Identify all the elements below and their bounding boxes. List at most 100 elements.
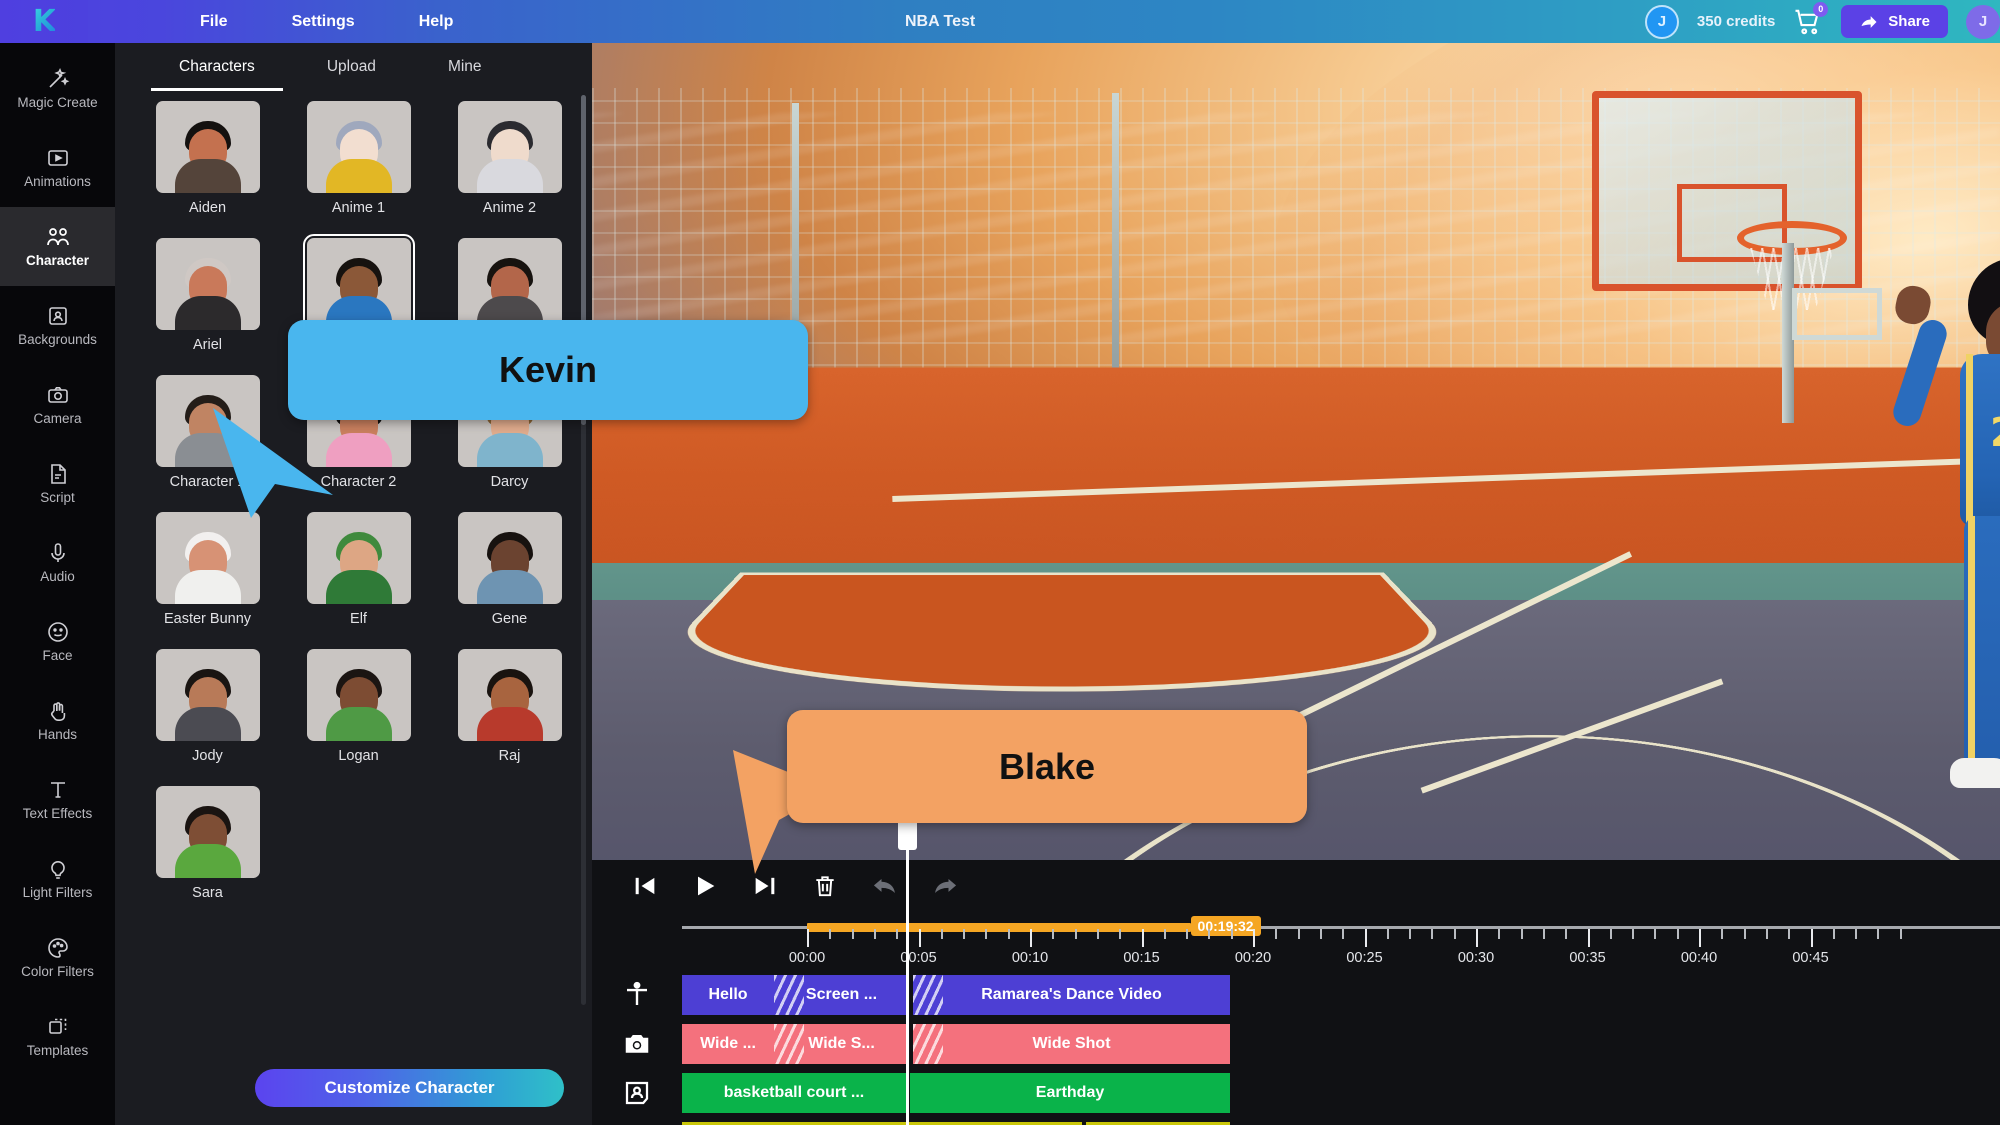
user-avatar[interactable]: J xyxy=(1645,5,1679,39)
character-thumbnail[interactable] xyxy=(307,101,411,193)
sidebar-item-light-filters[interactable]: Light Filters xyxy=(0,839,115,918)
ruler-tick-minor xyxy=(1186,929,1188,939)
sidebar-item-camera[interactable]: Camera xyxy=(0,365,115,444)
sidebar-item-backgrounds[interactable]: Backgrounds xyxy=(0,286,115,365)
sidebar-item-text-effects[interactable]: Text Effects xyxy=(0,760,115,839)
timeline-clip[interactable]: Hello xyxy=(682,975,774,1015)
character-thumbnail[interactable] xyxy=(458,512,562,604)
account-avatar[interactable]: J xyxy=(1966,5,2000,39)
timeline-lane[interactable]: basketball court ... Earthday xyxy=(682,1073,2000,1113)
timeline-clip[interactable] xyxy=(682,1122,1082,1125)
character-thumbnail[interactable] xyxy=(156,786,260,878)
character-card[interactable]: Aiden xyxy=(143,101,272,234)
timeline: 00:19:32 00:00 00:05 00:10 00:15 00:20 00:25 0… xyxy=(592,860,2000,1125)
top-bar: K File Settings Help NBA Test J 350 cred… xyxy=(0,0,2000,43)
character-thumbnail[interactable] xyxy=(307,238,411,330)
menu-item-settings[interactable]: Settings xyxy=(260,7,387,37)
character-card[interactable]: Elf xyxy=(294,512,423,645)
sidebar-item-animations[interactable]: Animations xyxy=(0,128,115,207)
camera-icon xyxy=(46,383,70,407)
character-avatar-on-stage[interactable]: 24 xyxy=(1882,258,2000,838)
character-card[interactable]: Easter Bunny xyxy=(143,512,272,645)
sidebar-item-hands[interactable]: Hands xyxy=(0,681,115,760)
camera-icon[interactable] xyxy=(592,1029,682,1059)
sidebar-item-face[interactable]: Face xyxy=(0,602,115,681)
sidebar-item-character[interactable]: Character xyxy=(0,207,115,286)
ruler-time-label: 00:35 xyxy=(1569,950,1605,966)
ruler-time-label: 00:40 xyxy=(1681,950,1717,966)
character-card[interactable]: Anime 2 xyxy=(445,101,574,234)
ruler-tick-minor xyxy=(1075,929,1077,939)
character-name: Elf xyxy=(350,611,367,645)
tab-mine[interactable]: Mine xyxy=(412,43,518,91)
character-card[interactable]: Logan xyxy=(294,649,423,782)
timeline-clip[interactable]: Ramarea's Dance Video xyxy=(913,975,1230,1015)
timeline-lane[interactable]: Wide ... Wide S... Wide Shot xyxy=(682,1024,2000,1064)
character-shirt xyxy=(477,707,543,741)
timeline-lane[interactable] xyxy=(682,1122,2000,1125)
undo-button[interactable] xyxy=(870,871,900,901)
timeline-clip[interactable]: Wide ... xyxy=(682,1024,774,1064)
timeline-lane[interactable]: Hello Screen ... Ramarea's Dance Video xyxy=(682,975,2000,1015)
character-card[interactable]: Jody xyxy=(143,649,272,782)
character-thumbnail[interactable] xyxy=(458,238,562,330)
character-name: Aiden xyxy=(189,200,226,234)
callout-kevin: Kevin xyxy=(288,320,808,420)
tab-upload[interactable]: Upload xyxy=(291,43,412,91)
character-thumbnail[interactable] xyxy=(458,649,562,741)
character-card[interactable]: Raj xyxy=(445,649,574,782)
skip-to-start-button[interactable] xyxy=(630,871,660,901)
sidebar-item-templates[interactable]: Templates xyxy=(0,997,115,1076)
project-title[interactable]: NBA Test xyxy=(905,0,975,43)
sidebar-item-audio[interactable]: Audio xyxy=(0,523,115,602)
fence-pole xyxy=(1112,93,1119,393)
redo-button[interactable] xyxy=(930,871,960,901)
share-label: Share xyxy=(1888,13,1930,30)
timeline-track-row: basketball court ... Earthday xyxy=(592,1068,2000,1117)
background-image-icon[interactable] xyxy=(592,1078,682,1108)
hoop-support-frame xyxy=(1792,288,1882,340)
timeline-clip[interactable] xyxy=(1086,1122,1230,1125)
ruler-tick-minor xyxy=(1677,929,1679,939)
timeline-clip[interactable]: Earthday xyxy=(910,1073,1230,1113)
character-thumbnail[interactable] xyxy=(307,649,411,741)
character-thumbnail[interactable] xyxy=(458,101,562,193)
cart-button[interactable]: 0 xyxy=(1793,7,1823,37)
menu-item-help[interactable]: Help xyxy=(387,7,486,37)
character-card[interactable]: Anime 1 xyxy=(294,101,423,234)
share-button[interactable]: Share xyxy=(1841,5,1948,38)
sidebar-item-magic-create[interactable]: Magic Create xyxy=(0,49,115,128)
sidebar-label: Face xyxy=(42,649,72,664)
sidebar-item-color-filters[interactable]: Color Filters xyxy=(0,918,115,997)
ruler-tick-minor xyxy=(963,929,965,939)
character-figure-icon[interactable] xyxy=(592,980,682,1010)
timeline-ruler[interactable]: 00:19:32 00:00 00:05 00:10 00:15 00:20 00:25 0… xyxy=(682,912,2000,970)
timeline-clip[interactable]: Wide S... xyxy=(774,1024,909,1064)
ruler-tick-minor xyxy=(1431,929,1433,939)
timeline-clip[interactable]: Screen ... xyxy=(774,975,909,1015)
app-root: K File Settings Help NBA Test J 350 cred… xyxy=(0,0,2000,1125)
character-card[interactable]: Sara xyxy=(143,786,272,919)
sidebar-item-script[interactable]: Script xyxy=(0,444,115,523)
character-thumbnail[interactable] xyxy=(156,649,260,741)
app-logo[interactable]: K xyxy=(0,0,88,43)
panel-scrollbar[interactable] xyxy=(581,95,586,1005)
character-name: Raj xyxy=(499,748,521,782)
character-card[interactable]: Gene xyxy=(445,512,574,645)
timeline-clip[interactable]: Wide Shot xyxy=(913,1024,1230,1064)
character-thumbnail[interactable] xyxy=(156,101,260,193)
customize-character-button[interactable]: Customize Character xyxy=(255,1069,564,1107)
timeline-clip[interactable]: basketball court ... xyxy=(682,1073,906,1113)
character-face xyxy=(171,115,245,193)
tab-characters[interactable]: Characters xyxy=(143,43,291,91)
playhead[interactable] xyxy=(906,816,909,1125)
character-card[interactable]: Ariel xyxy=(143,238,272,371)
character-face xyxy=(473,252,547,330)
ruler-tick-minor xyxy=(1164,929,1166,939)
menu-item-file[interactable]: File xyxy=(168,7,260,37)
character-thumbnail[interactable] xyxy=(156,238,260,330)
character-shirt xyxy=(175,570,241,604)
stage-column: 24 xyxy=(592,43,2000,1125)
credits-label[interactable]: 350 credits xyxy=(1697,13,1775,30)
character-name: Anime 1 xyxy=(332,200,385,234)
